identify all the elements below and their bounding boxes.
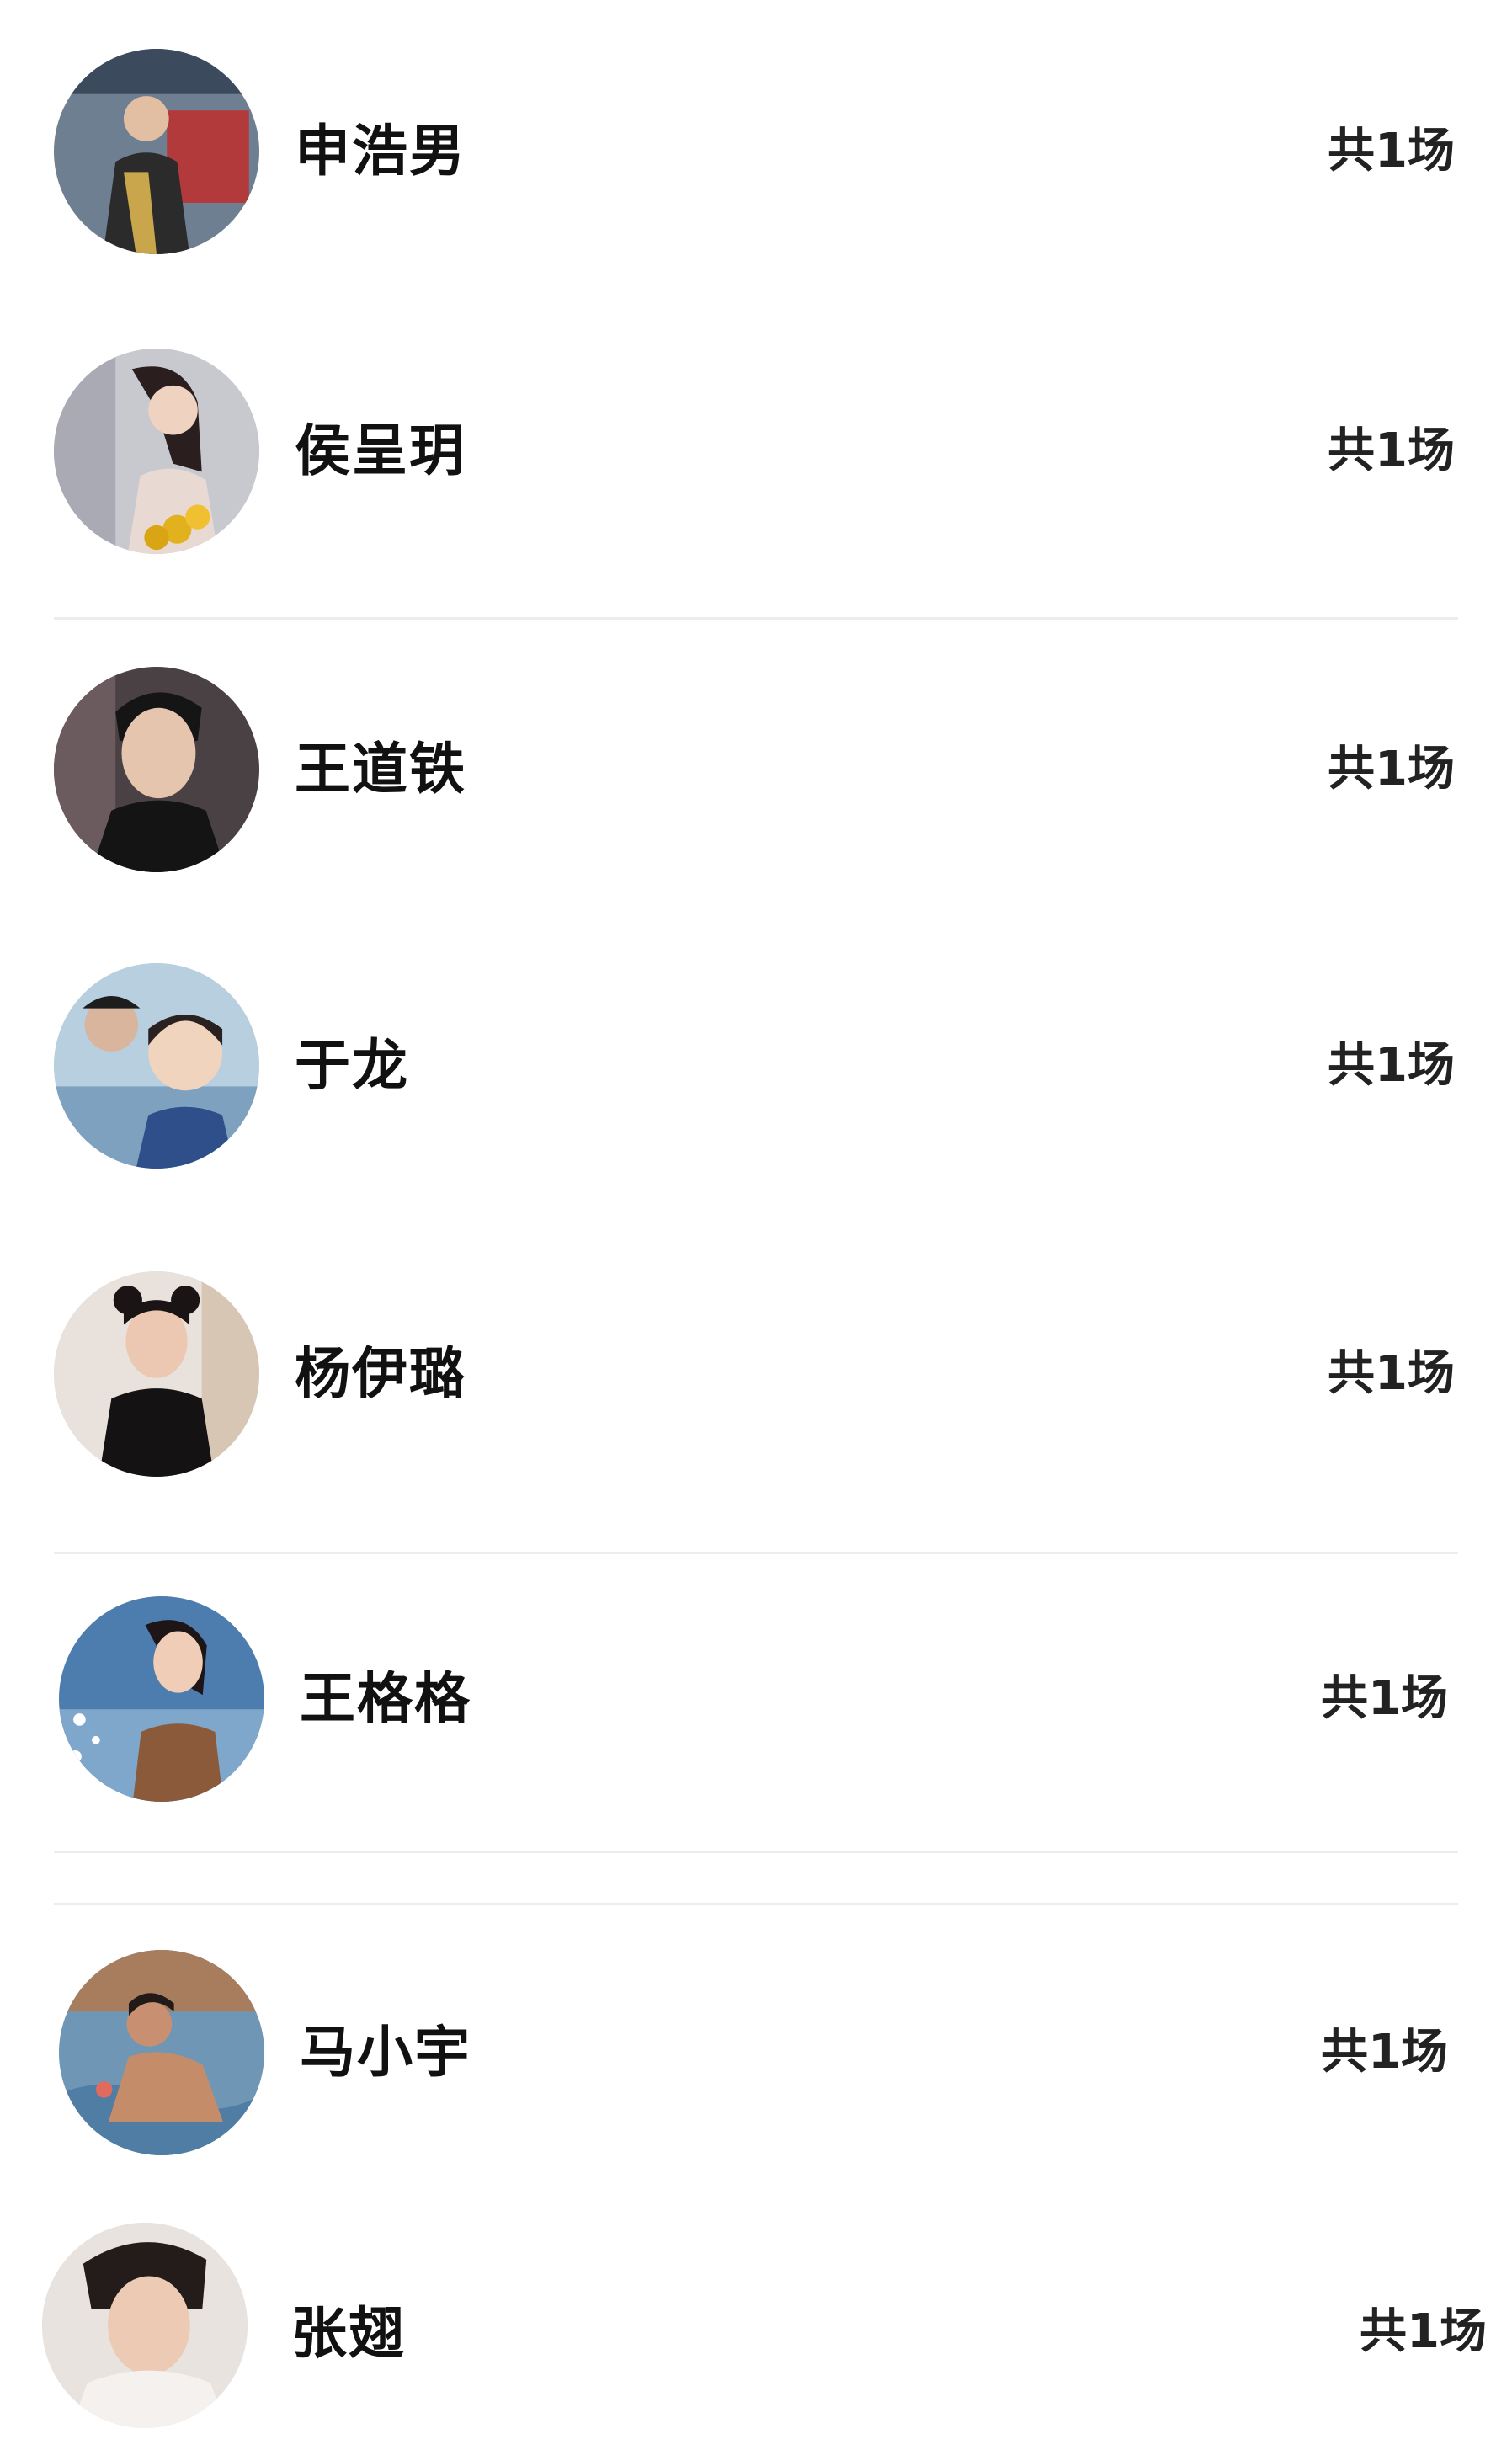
man-portrait-photo-icon [54,667,259,872]
performer-row[interactable]: 张翅 共1场 [0,2197,1512,2450]
show-count: 共1场 [1328,423,1455,478]
show-count: 共1场 [1321,2025,1448,2080]
avatar[interactable] [54,1271,259,1477]
avatar[interactable] [54,49,259,254]
performer-name: 于龙 [295,1033,409,1098]
woman-with-flowers-photo-icon [54,349,259,554]
section-divider [54,617,1458,620]
woman-black-top-photo-icon [54,1271,259,1477]
performer-list: 申浩男 共1场 侯呈玥 共1场 王道铁 共1场 于龙 共1场 杨伊璐 共1场 王… [0,0,1512,2428]
show-count: 共1场 [1328,1346,1455,1401]
performer-row[interactable]: 王格格 共1场 [0,1571,1512,1824]
performer-name: 王格格 [300,1666,471,1731]
performer-name: 申浩男 [295,119,466,184]
section-divider [54,1552,1458,1554]
performer-name: 马小宇 [300,2020,471,2085]
avatar[interactable] [59,1950,264,2155]
section-divider [54,1903,1458,1905]
performer-name: 侯呈玥 [295,418,466,483]
man-close-up-photo-icon [42,2223,248,2428]
show-count: 共1场 [1321,1671,1448,1726]
show-count: 共1场 [1328,124,1455,178]
couple-selfie-photo-icon [54,963,259,1169]
performer-name: 杨伊璐 [295,1341,466,1406]
performer-row[interactable]: 于龙 共1场 [0,938,1512,1190]
performer-row[interactable]: 申浩男 共1场 [0,24,1512,276]
show-count: 共1场 [1328,742,1455,796]
performer-name: 王道铁 [295,737,466,802]
performer-name: 张翅 [291,2301,406,2366]
section-divider [54,1851,1458,1853]
avatar[interactable] [54,667,259,872]
avatar[interactable] [59,1596,264,1802]
performer-row[interactable]: 马小宇 共1场 [0,1925,1512,2177]
avatar[interactable] [42,2223,248,2428]
avatar[interactable] [54,963,259,1169]
show-count: 共1场 [1360,2304,1487,2359]
man-in-pool-photo-icon [59,1950,264,2155]
woman-by-water-photo-icon [59,1596,264,1802]
performer-row[interactable]: 王道铁 共1场 [0,642,1512,894]
show-count: 共1场 [1328,1038,1455,1093]
performer-row[interactable]: 侯呈玥 共1场 [0,323,1512,576]
performer-row[interactable]: 杨伊璐 共1场 [0,1246,1512,1499]
man-in-jacket-photo-icon [54,49,259,254]
avatar[interactable] [54,349,259,554]
